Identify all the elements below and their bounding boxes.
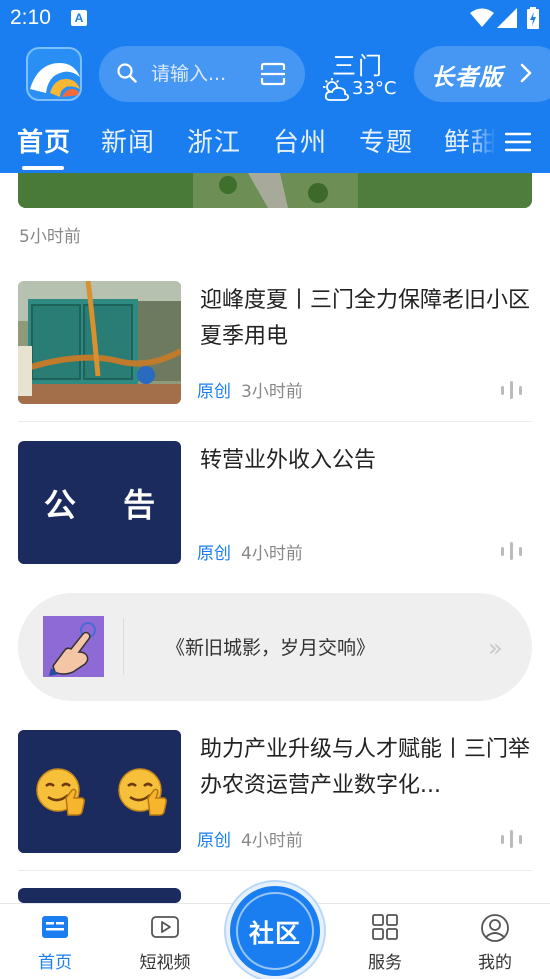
weather-city: 三门	[332, 52, 384, 80]
thumbs-up-emoji-image	[18, 730, 181, 853]
top-card-time: 5小时前	[19, 227, 81, 247]
tab-special[interactable]: 专题	[359, 122, 413, 159]
article-tag: 原创	[197, 544, 231, 564]
search-icon	[117, 63, 137, 83]
scan-icon[interactable]	[260, 62, 286, 86]
wifi-icon	[470, 8, 494, 27]
nav-label: 短视频	[139, 953, 191, 973]
nav-label: 服务	[368, 953, 402, 973]
battery-icon	[527, 7, 539, 29]
partly-cloudy-icon	[323, 78, 350, 101]
app-header: 2:10 A 三门 33°C 长者版 首页 新闻 浙江 台州 专题 鲜甜	[0, 0, 550, 173]
tab-news[interactable]: 新闻	[101, 122, 155, 159]
menu-icon[interactable]	[505, 132, 531, 152]
tab-taizhou[interactable]: 台州	[273, 122, 327, 159]
power-box-photo	[18, 281, 181, 404]
topic-separator	[123, 618, 124, 675]
notice-thumbnail: 公 告	[18, 441, 181, 564]
nav-label: 我的	[478, 953, 512, 973]
article-thumbnail	[18, 888, 181, 903]
signal-icon	[497, 8, 517, 28]
chevron-right-icon	[520, 63, 532, 83]
notification-badge-icon: A	[71, 10, 87, 26]
video-icon	[151, 916, 179, 938]
article-title: 迎峰度夏丨三门全力保障老旧小区夏季用电	[200, 288, 530, 349]
status-bar: 2:10 A	[0, 0, 550, 36]
nav-short-video[interactable]: 短视频	[110, 904, 220, 979]
elder-mode-label: 长者版	[431, 65, 503, 91]
topic-title: 《新旧城影，岁月交响》	[166, 637, 376, 659]
nav-label: 首页	[38, 953, 72, 973]
search-bar[interactable]	[99, 46, 305, 102]
more-options-icon[interactable]	[500, 829, 524, 849]
status-time: 2:10	[10, 6, 51, 29]
article-title: 助力产业升级与人才赋能丨三门举办农资运营产业数字化...	[200, 737, 530, 798]
article-item[interactable]: 迎峰度夏丨三门全力保障老旧小区夏季用电 原创 3小时前	[18, 281, 532, 411]
tab-home[interactable]: 首页	[17, 122, 71, 159]
divider	[18, 421, 532, 422]
app-logo[interactable]	[26, 47, 82, 101]
article-thumbnail	[18, 281, 181, 404]
weather-temperature: 33°C	[352, 78, 397, 99]
article-time: 4小时前	[241, 544, 303, 564]
more-options-icon[interactable]	[500, 541, 524, 561]
article-item[interactable]: 助力产业升级与人才赋能丨三门举办农资运营产业数字化... 原创 4小时前	[18, 730, 532, 853]
tab-fade	[468, 120, 496, 166]
logo-icon	[30, 63, 80, 97]
tab-zhejiang[interactable]: 浙江	[187, 122, 241, 159]
divider	[18, 870, 532, 871]
nav-home[interactable]: 首页	[0, 904, 110, 979]
article-title: 转营业外收入公告	[200, 448, 377, 473]
weather-widget[interactable]: 三门 33°C	[320, 44, 402, 104]
article-tag: 原创	[197, 831, 231, 851]
community-button[interactable]: 社区	[226, 882, 324, 979]
home-icon	[42, 916, 68, 938]
landscape-image	[18, 173, 532, 208]
article-item[interactable]: 公 告 转营业外收入公告 原创 4小时前	[18, 441, 532, 564]
double-chevron-right-icon: »	[488, 634, 503, 662]
pointing-hand-icon	[43, 616, 104, 677]
article-time: 3小时前	[241, 382, 303, 402]
nav-services[interactable]: 服务	[330, 904, 440, 979]
topic-banner[interactable]: 《新旧城影，岁月交响》 »	[18, 593, 532, 701]
channel-tabs: 首页 新闻 浙江 台州 专题 鲜甜	[0, 112, 550, 172]
article-tag: 原创	[197, 382, 231, 402]
grid-icon	[372, 914, 398, 940]
article-thumbnail	[18, 730, 181, 853]
more-options-icon[interactable]	[500, 380, 524, 400]
profile-icon	[481, 914, 509, 942]
community-label: 社区	[248, 919, 301, 948]
article-time: 4小时前	[241, 831, 303, 851]
search-input[interactable]	[151, 59, 256, 89]
nav-profile[interactable]: 我的	[440, 904, 550, 979]
elder-mode-button[interactable]: 长者版	[414, 46, 550, 102]
active-tab-indicator	[22, 166, 64, 170]
top-card-image[interactable]	[18, 173, 532, 208]
topic-thumbnail	[43, 616, 104, 677]
